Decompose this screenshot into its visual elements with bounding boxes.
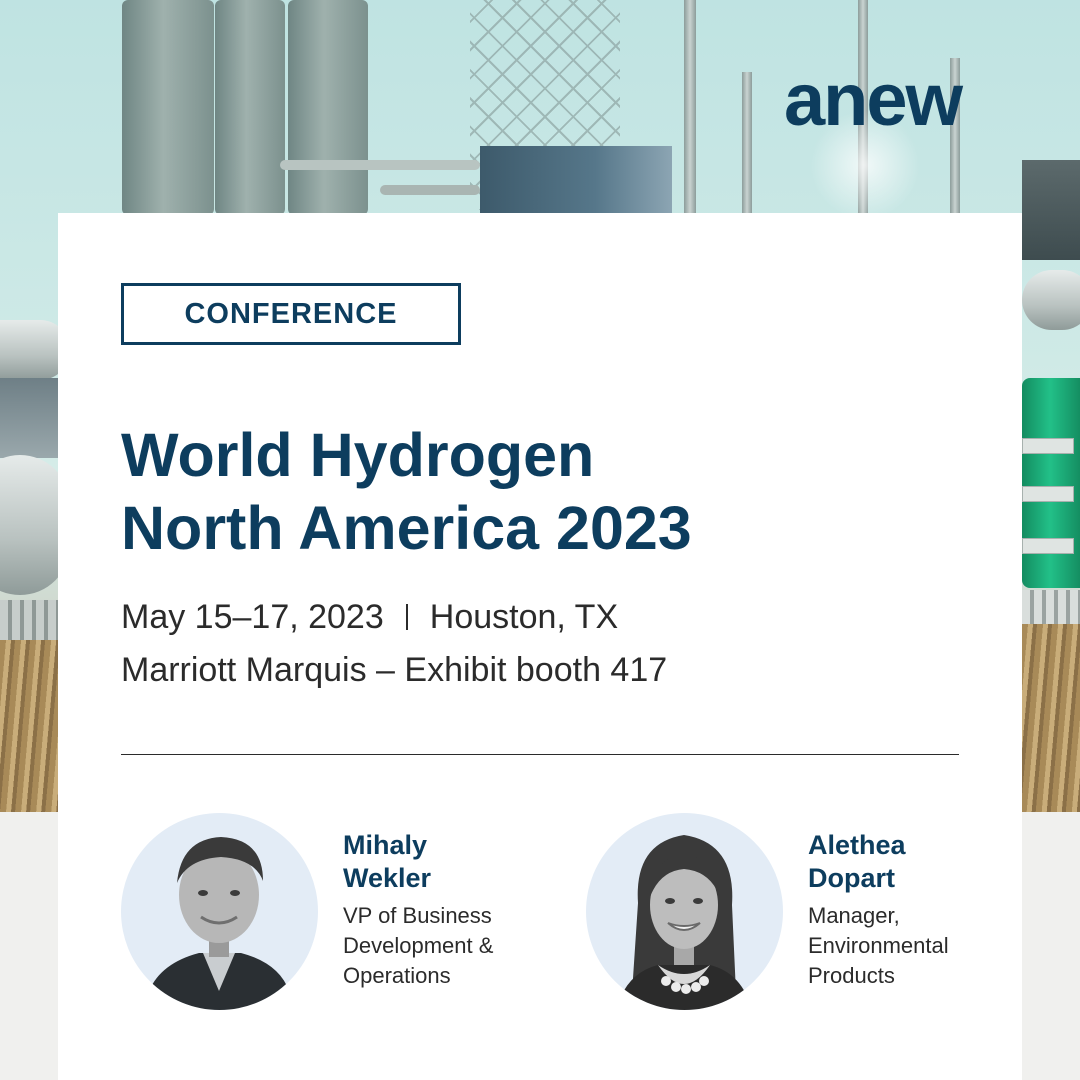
speaker-role-line: Environmental — [808, 933, 949, 958]
speaker-first-name: Alethea — [808, 830, 906, 860]
speaker-role-line: Operations — [343, 963, 451, 988]
event-city: Houston, TX — [429, 598, 619, 636]
speaker-first-name: Mihaly — [343, 830, 428, 860]
event-title-line-1: World Hydrogen — [121, 421, 595, 489]
speaker-role-line: Products — [808, 963, 895, 988]
speaker-card: Alethea Dopart Manager, Environmental Pr… — [586, 813, 1006, 1013]
speaker-name: Mihaly Wekler — [343, 829, 533, 895]
speaker-info: Mihaly Wekler VP of Business Development… — [343, 829, 533, 991]
event-title: World Hydrogen North America 2023 — [121, 419, 981, 565]
speaker-role: VP of Business Development & Operations — [343, 901, 533, 991]
anew-logo: anew — [784, 58, 963, 141]
separator-bar — [405, 604, 408, 630]
speaker-avatar — [121, 813, 318, 1010]
speaker-last-name: Dopart — [808, 863, 895, 893]
speaker-info: Alethea Dopart Manager, Environmental Pr… — [808, 829, 998, 991]
speaker-role-line: VP of Business — [343, 903, 492, 928]
speaker-name: Alethea Dopart — [808, 829, 998, 895]
speaker-role-line: Development & — [343, 933, 494, 958]
speaker-role-line: Manager, — [808, 903, 900, 928]
event-venue: Marriott Marquis – Exhibit booth 417 — [121, 651, 668, 689]
divider-line — [121, 754, 959, 755]
event-title-line-2: North America 2023 — [121, 494, 692, 562]
event-card: CONFERENCE World Hydrogen North America … — [58, 213, 1022, 1080]
speaker-last-name: Wekler — [343, 863, 432, 893]
event-date-location: May 15–17, 2023 Houston, TX — [121, 597, 618, 637]
category-badge: CONFERENCE — [121, 283, 461, 345]
portrait-woman-photo-icon — [616, 835, 752, 1010]
portrait-man-photo-icon — [149, 837, 289, 1010]
speaker-avatar — [586, 813, 783, 1010]
speaker-card: Mihaly Wekler VP of Business Development… — [121, 813, 521, 1013]
speaker-role: Manager, Environmental Products — [808, 901, 998, 991]
event-dates: May 15–17, 2023 — [121, 598, 384, 636]
